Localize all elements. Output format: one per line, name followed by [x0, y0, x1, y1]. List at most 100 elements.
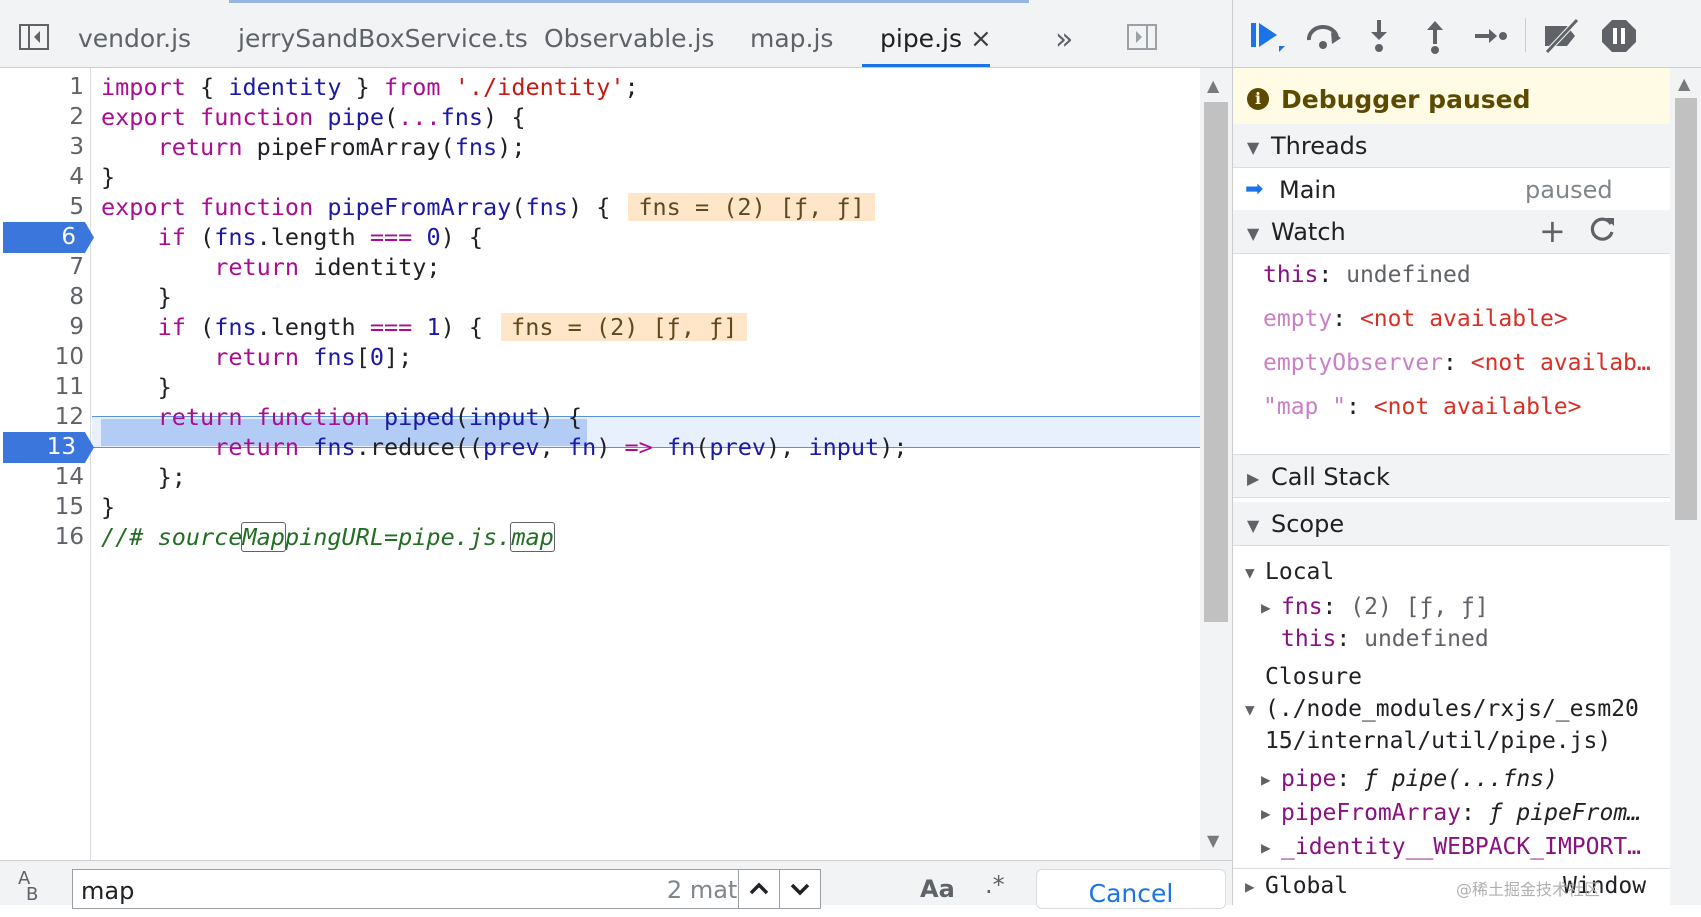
watch-item-this[interactable]: this: undefined — [1233, 258, 1670, 292]
thread-row-main[interactable]: ➡ Main paused — [1233, 170, 1670, 211]
debugger-sidebar: i Debugger paused ▼ Threads ➡ Main pause… — [1232, 0, 1701, 905]
code-line-8: } — [101, 283, 172, 311]
scope-prop-name: pipe — [1281, 766, 1337, 792]
scope-label: Local — [1265, 559, 1335, 585]
more-tabs-icon[interactable]: » — [1055, 22, 1073, 57]
section-title: Call Stack — [1271, 463, 1390, 491]
tab-vendor-js[interactable]: vendor.js — [78, 0, 191, 67]
source-editor[interactable]: 1 2 3 4 5 6 7 8 9 10 11 12 13 14 15 16 i… — [0, 68, 1232, 860]
breakpoint-line-13[interactable]: 13 — [3, 432, 94, 463]
search-match-highlight: map — [510, 522, 555, 552]
deactivate-breakpoints-icon — [1545, 18, 1579, 54]
line-number[interactable]: 9 — [0, 312, 84, 343]
scope-section-header[interactable]: ▼ Scope — [1233, 502, 1670, 546]
line-number[interactable]: 2 — [0, 102, 84, 133]
search-field[interactable]: 2 matches — [72, 869, 802, 909]
line-number[interactable]: 15 — [0, 492, 84, 523]
line-number[interactable]: 11 — [0, 372, 84, 403]
breakpoint-line-6[interactable]: 6 — [3, 222, 94, 253]
line-number[interactable]: 12 — [0, 402, 84, 433]
sidebar-scrollbar[interactable]: ▲ — [1670, 68, 1701, 905]
watch-value: <not availab… — [1470, 350, 1651, 376]
code-line-13: return fns.reduce((prev, fn) => fn(prev)… — [214, 433, 908, 461]
expanded-triangle-icon: ▼ — [1247, 224, 1260, 243]
line-number[interactable]: 7 — [0, 252, 84, 283]
resume-icon — [1251, 23, 1285, 52]
replace-toggle-icon[interactable]: AB — [18, 870, 39, 905]
call-stack-section-header[interactable]: ▶ Call Stack — [1233, 454, 1670, 498]
line-number[interactable]: 5 — [0, 192, 84, 223]
tab-observable-js[interactable]: Observable.js — [544, 0, 714, 67]
scroll-up-icon[interactable]: ▲ — [1207, 76, 1219, 95]
line-number[interactable]: 1 — [0, 72, 84, 103]
expanded-triangle-icon: ▼ — [1245, 562, 1255, 582]
code-line-2: export function pipe(...fns) { — [101, 103, 526, 131]
watermark: @稀土掘金技术社区 — [1456, 880, 1601, 899]
pause-on-exceptions-button[interactable] — [1597, 16, 1641, 56]
watch-section-header[interactable]: ▼ Watch + — [1233, 210, 1670, 254]
resume-button[interactable] — [1245, 16, 1289, 56]
scope-item-identity-import[interactable]: ▶ _identity__WEBPACK_IMPORT… — [1233, 830, 1670, 864]
scope-local[interactable]: ▼ Local — [1233, 555, 1670, 589]
replace-toggle-bottom: B — [26, 884, 39, 905]
step-out-button[interactable] — [1413, 16, 1457, 56]
current-thread-arrow-icon: ➡ — [1245, 177, 1264, 202]
step-over-button[interactable] — [1301, 16, 1345, 56]
line-number-gutter[interactable]: 1 2 3 4 5 6 7 8 9 10 11 12 13 14 15 16 — [0, 68, 94, 860]
deactivate-breakpoints-button[interactable] — [1539, 16, 1583, 56]
inline-value-fns[interactable]: fns = (2) [ƒ, ƒ] — [501, 313, 748, 341]
editor-tab-bar: vendor.js jerrySandBoxService.ts Observa… — [0, 0, 1232, 68]
line-number[interactable]: 14 — [0, 462, 84, 493]
watch-item-map[interactable]: "map ": <not available> — [1233, 390, 1670, 424]
tab-map-js[interactable]: map.js — [750, 0, 833, 67]
line-number[interactable]: 4 — [0, 162, 84, 193]
tab-pipe-js[interactable]: pipe.js × — [862, 0, 992, 67]
search-input[interactable] — [79, 876, 483, 906]
search-match-highlight: Map — [241, 522, 286, 552]
scroll-down-icon[interactable]: ▼ — [1207, 831, 1219, 850]
scope-closure-label: Closure — [1233, 660, 1670, 694]
editor-scrollbar[interactable]: ▲ ▼ — [1200, 68, 1232, 860]
line-number[interactable]: 3 — [0, 132, 84, 163]
add-watch-icon[interactable]: + — [1539, 212, 1566, 250]
scope-item-this[interactable]: this: undefined — [1233, 622, 1670, 656]
toggle-debugger-sidebar-icon[interactable] — [1126, 22, 1160, 52]
next-match-button[interactable] — [779, 869, 821, 909]
section-title: Scope — [1271, 510, 1345, 538]
code-line-11: } — [101, 373, 172, 401]
info-icon: i — [1247, 88, 1269, 110]
line-number[interactable]: 16 — [0, 522, 84, 553]
sidebar-scrollbar-thumb[interactable] — [1675, 98, 1697, 520]
scope-item-pipe[interactable]: ▶ pipe: ƒ pipe(...fns) — [1233, 762, 1670, 796]
closure-path: (./node_modules/rxjs/_esm20 — [1265, 696, 1639, 722]
watch-item-empty[interactable]: empty: <not available> — [1233, 302, 1670, 336]
tab-jerry-sandbox-service[interactable]: jerrySandBoxService.ts — [238, 0, 528, 67]
scope-item-pipe-from-array[interactable]: ▶ pipeFromArray: ƒ pipeFrom… — [1233, 796, 1670, 830]
step-over-icon — [1306, 24, 1341, 49]
step-into-button[interactable] — [1357, 16, 1401, 56]
threads-section-header[interactable]: ▼ Threads — [1233, 124, 1670, 168]
step-button[interactable] — [1469, 16, 1513, 56]
scroll-up-icon[interactable]: ▲ — [1678, 74, 1690, 93]
line-number[interactable]: 10 — [0, 342, 84, 373]
scope-closure-module-cont: 15/internal/util/pipe.js) — [1233, 724, 1670, 758]
line-number[interactable]: 8 — [0, 282, 84, 313]
close-tab-icon[interactable]: × — [970, 24, 992, 54]
cancel-button[interactable]: Cancel — [1036, 869, 1226, 909]
scope-global[interactable]: ▶ Global Window — [1233, 868, 1670, 902]
toggle-navigator-icon[interactable] — [18, 22, 52, 52]
refresh-watch-icon[interactable] — [1587, 214, 1617, 248]
paused-message: Debugger paused — [1281, 85, 1531, 114]
editor-scrollbar-thumb[interactable] — [1204, 102, 1228, 622]
scope-item-fns[interactable]: ▶ fns: (2) [ƒ, ƒ] — [1233, 590, 1670, 624]
chevron-down-icon — [790, 883, 810, 896]
match-case-button[interactable]: Aa — [920, 875, 955, 903]
code-line-4: } — [101, 163, 116, 191]
scope-label: Global — [1265, 873, 1349, 899]
collapsed-triangle-icon: ▶ — [1261, 837, 1271, 857]
watch-item-empty-observer[interactable]: emptyObserver: <not availab… — [1233, 346, 1670, 380]
scope-closure-module[interactable]: ▼ (./node_modules/rxjs/_esm20 — [1233, 692, 1670, 726]
inline-value-fns[interactable]: fns = (2) [ƒ, ƒ] — [628, 193, 875, 221]
regex-button[interactable]: .* — [985, 871, 1005, 899]
previous-match-button[interactable] — [738, 869, 780, 909]
